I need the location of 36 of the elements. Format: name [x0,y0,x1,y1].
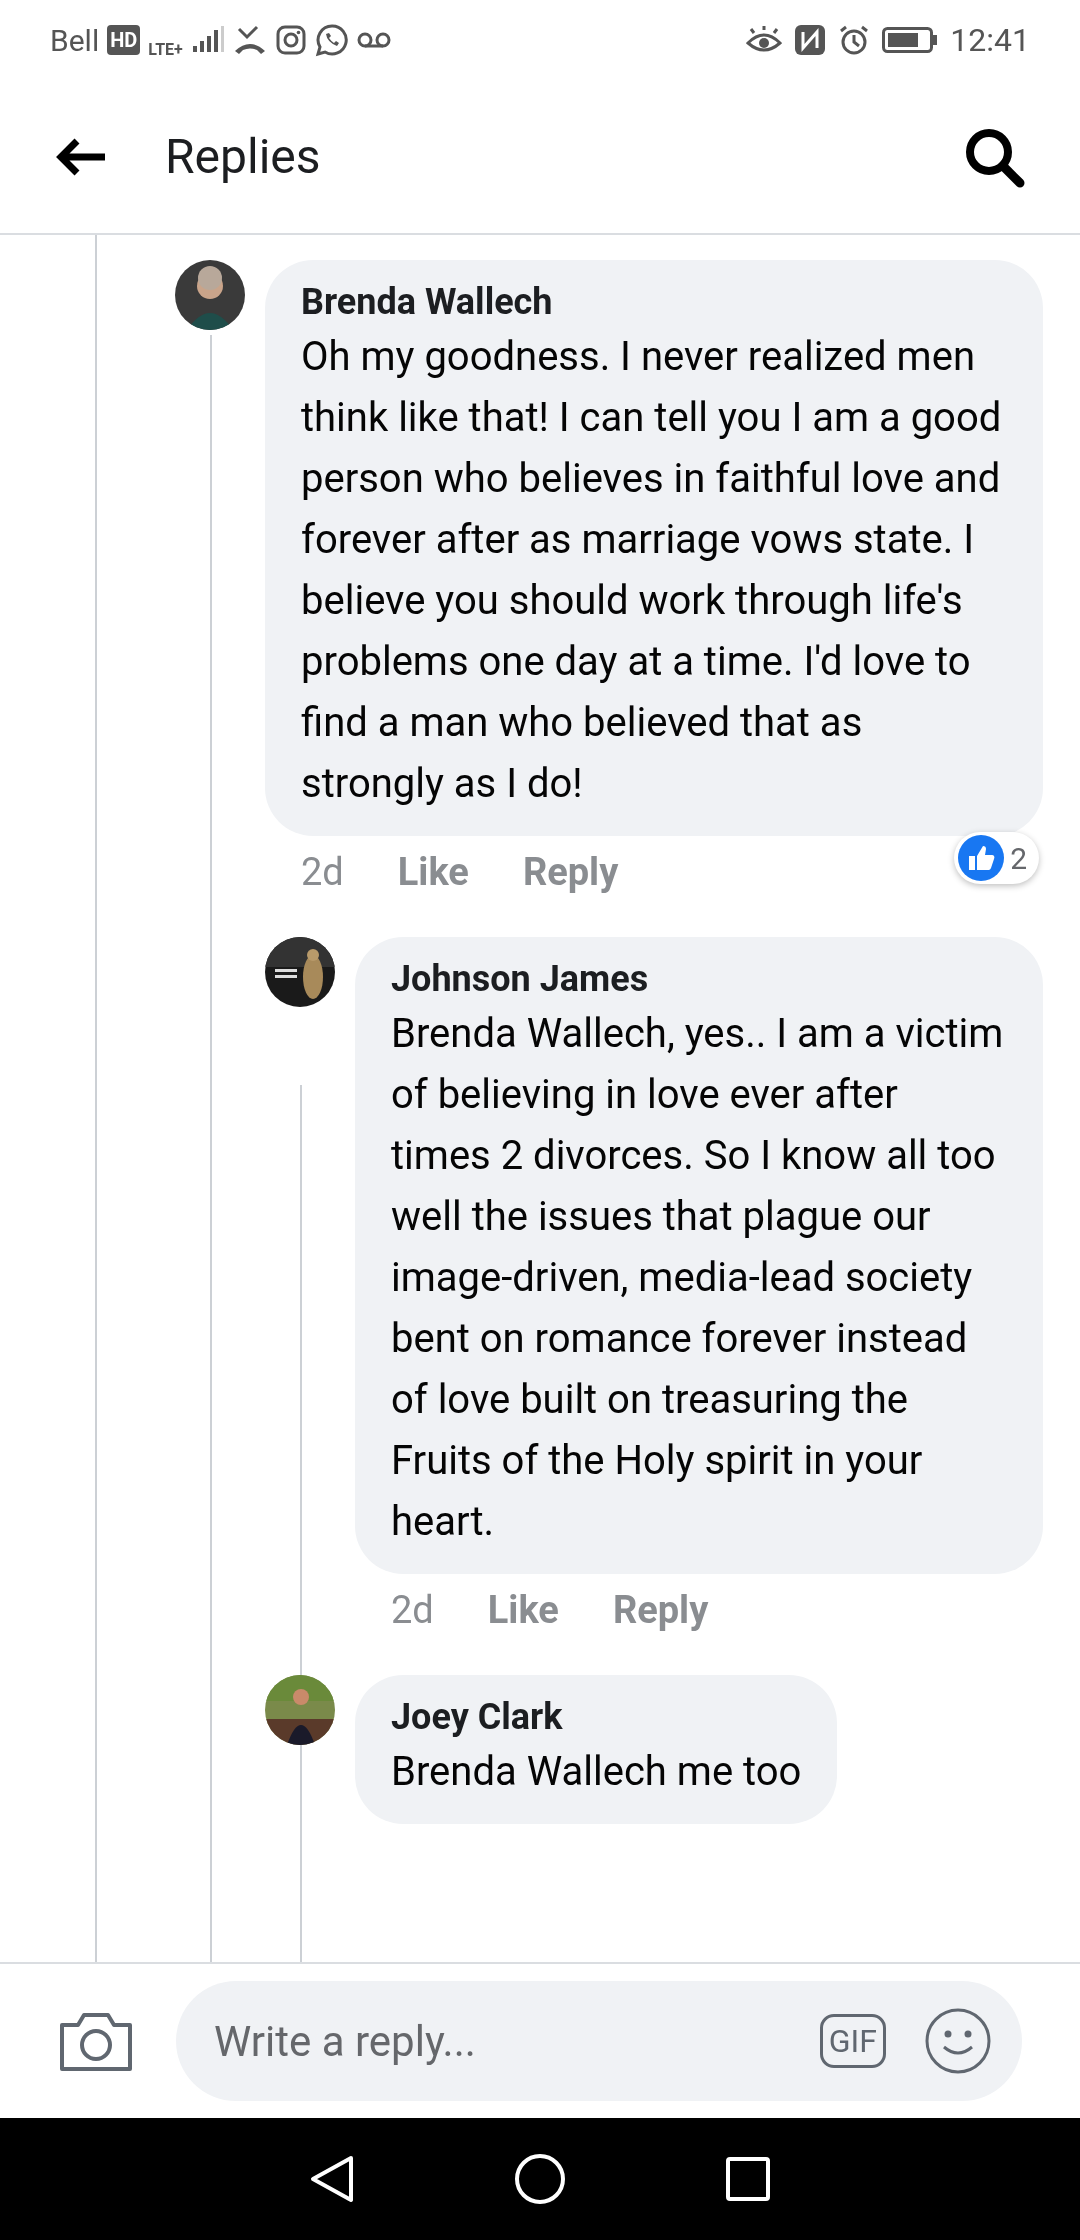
thumbs-up-icon [958,835,1005,881]
comment-author[interactable]: Brenda Wallech [301,278,1007,326]
chat-bubble-icon [314,23,349,57]
voicemail-icon [356,31,391,49]
eye-icon [746,25,783,55]
carrier-name: Bell [50,21,100,60]
comment-time: 2d [301,849,344,896]
back-arrow-icon[interactable] [55,136,107,177]
page-title: Replies [165,126,321,187]
comment-author[interactable]: Joey Clark [391,1693,802,1741]
recents-nav-icon[interactable] [724,2156,771,2202]
comment-text: Brenda Wallech, yes.. I am a victim of believing in love ever after times 2 divorces. So I know all too well the issues that plague our image-driven, media-lead society bent on romance forever instead of love built on treasuring the Fruits of the Holy spirit in your heart. [391,1009,1005,1547]
nfc-icon [794,24,827,56]
comment-text: Oh my goodness. I never realized men think like that! I can tell you I am a good person who believes in faithful love and forever after as marriage vows state. I believe you should work through life's problems one day at a time. I'd love to find a man who believed that as strongly as I do! [301,332,1003,809]
signal-icon [190,26,225,54]
gif-button[interactable]: GIF [819,2014,886,2068]
battery-icon [882,25,939,55]
reply-link[interactable]: Reply [522,844,619,901]
reaction-count: 2 [1010,839,1027,878]
comment-time: 2d [391,1587,434,1634]
alarm-icon [838,24,871,56]
reply-field[interactable]: Write a reply... GIF [176,1981,1022,2101]
like-link[interactable]: Like [397,844,469,901]
back-nav-icon[interactable] [309,2154,356,2204]
reply-link[interactable]: Reply [612,1582,709,1639]
camera-app-icon [274,24,307,56]
network-type: LTE+ [148,38,183,61]
comment-author[interactable]: Johnson James [391,955,1007,1003]
hd-badge: HD [107,25,141,55]
home-nav-icon[interactable] [514,2153,566,2205]
reply-placeholder: Write a reply... [214,2015,477,2068]
reaction-badge[interactable]: 2 [954,832,1039,884]
emoji-icon[interactable] [924,2007,992,2075]
like-link[interactable]: Like [487,1582,559,1639]
clock-time: 12:41 [950,20,1030,61]
comment-text: Brenda Wallech me too [391,1747,802,1797]
